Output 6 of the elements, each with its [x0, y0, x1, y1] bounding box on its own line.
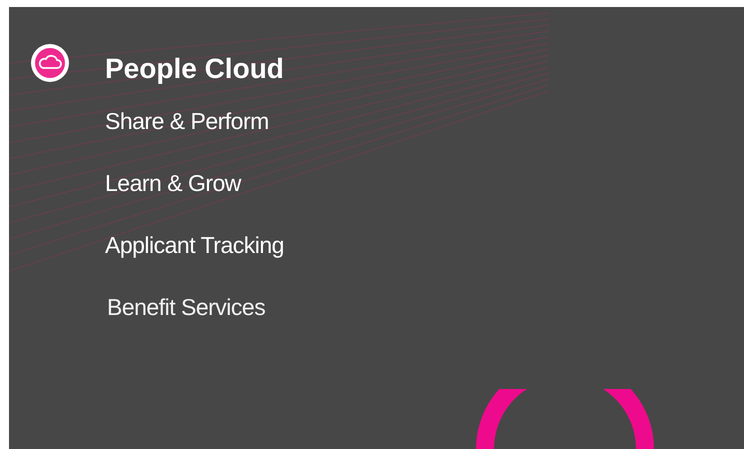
menu-item[interactable]: Applicant Tracking [105, 229, 284, 261]
menu-item[interactable]: Learn & Grow [105, 167, 241, 199]
app-title: People Cloud [105, 53, 284, 85]
menu-item[interactable]: Benefit Services [107, 291, 266, 323]
cloud-icon [31, 44, 69, 82]
menu-item[interactable]: Share & Perform [105, 105, 269, 137]
